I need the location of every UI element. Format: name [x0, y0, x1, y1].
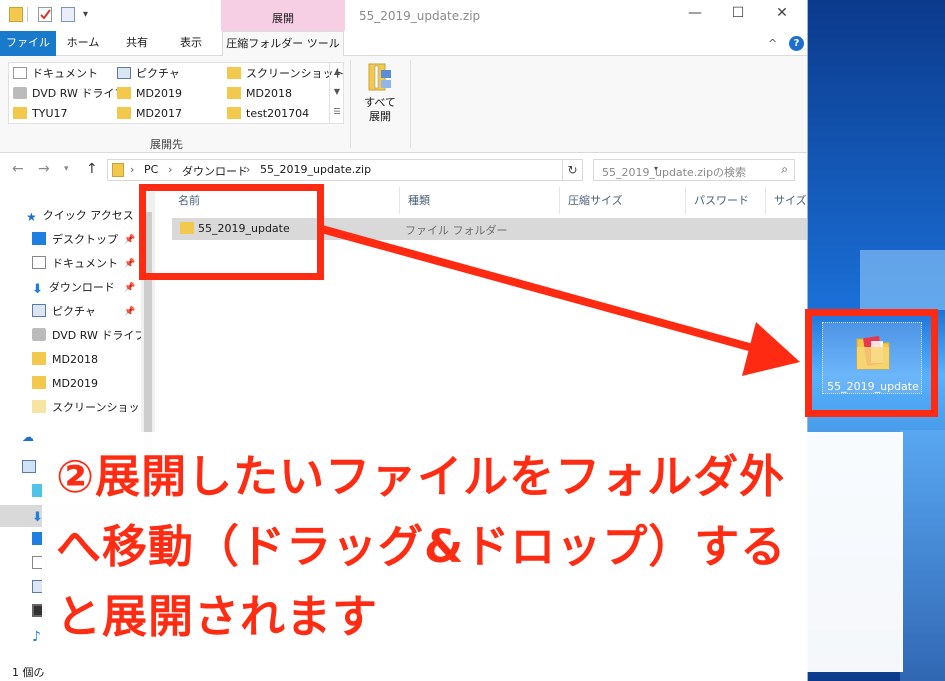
caption-line-2: へ移動（ドラッグ&ドロップ）する [56, 520, 787, 573]
caption-line-3: と展開されます [56, 590, 379, 643]
caption-line-1: ②展開したいファイルをフォルダ外 [56, 450, 786, 503]
